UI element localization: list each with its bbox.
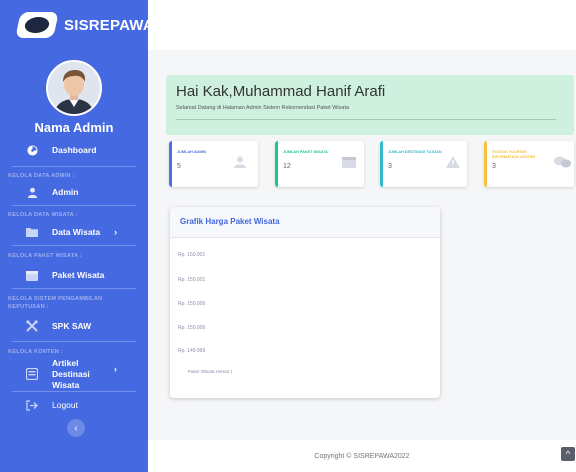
card-value: 5: [177, 163, 181, 170]
sidebar-toggle-button[interactable]: ‹: [67, 419, 85, 437]
nav-data-wisata[interactable]: Data Wisata ›: [0, 226, 148, 238]
calendar-icon: [26, 269, 38, 281]
nav-artikel[interactable]: Artikel Destinasi Wisata ›: [0, 358, 148, 390]
welcome-banner: Hai Kak,Muhammad Hanif Arafi Selamat Dat…: [166, 75, 574, 135]
brand-name: SISREPAWA: [64, 16, 154, 34]
nav-logout[interactable]: Logout: [0, 399, 148, 411]
stat-card-paket: JUMLAH PAKET WISATA 12: [275, 141, 364, 187]
logout-icon: [26, 399, 38, 411]
y-tick-label: Rp. 150,001: [178, 252, 206, 258]
stat-card-destinasi: JUMLAH DESTINASI TUJUAN 3: [380, 141, 467, 187]
welcome-divider: [176, 119, 556, 120]
stat-card-admin: JUMLAH ADMIN 5: [169, 141, 258, 187]
chevron-right-icon: ›: [114, 363, 117, 374]
chevron-right-icon: ›: [114, 227, 118, 237]
nav-admin[interactable]: Admin: [0, 186, 148, 198]
section-label-konten: KELOLA KONTEN :: [8, 349, 64, 355]
calendar-icon: [342, 157, 356, 168]
user-icon: [234, 156, 246, 168]
welcome-title: Hai Kak,Muhammad Hanif Arafi: [176, 83, 386, 100]
nav-artikel-label: Artikel Destinasi Wisata: [52, 357, 90, 390]
footer: Copyright © SISREPAWA2022: [148, 440, 576, 472]
section-label-admin: KELOLA DATA ADMIN :: [8, 173, 75, 179]
chevron-up-icon: ^: [565, 449, 571, 459]
card-value: 3: [388, 163, 392, 170]
card-accent: [484, 141, 487, 187]
article-icon: [26, 368, 38, 380]
brand-logo-icon: [15, 12, 59, 38]
nav-admin-label: Admin: [52, 187, 79, 197]
sidebar: SISREPAWA Nama Admin Dashboard KELOLA DA…: [0, 0, 154, 472]
section-label-wisata: KELOLA DATA WISATA :: [8, 212, 78, 218]
chart-legend[interactable]: Paket Wisata Hemat 1: [188, 369, 233, 374]
brand[interactable]: SISREPAWA: [15, 10, 154, 40]
copyright-text: Copyright © SISREPAWA2022: [314, 453, 410, 460]
welcome-subtitle: Selamat Datang di Halaman Admin Sistem R…: [176, 105, 350, 111]
card-label: JUMLAH ADMIN: [177, 150, 207, 154]
divider: [12, 288, 136, 289]
y-tick-label: Rp. 150,000: [178, 301, 206, 307]
chart-panel: Grafik Harga Paket Wisata Rp. 150,001 Rp…: [170, 207, 440, 398]
divider: [12, 166, 136, 167]
divider: [12, 391, 136, 392]
nav-dashboard[interactable]: Dashboard: [0, 144, 148, 156]
nav-paket-wisata-label: Paket Wisata: [52, 270, 105, 280]
nav-paket-wisata[interactable]: Paket Wisata: [0, 269, 148, 281]
nav-dashboard-label: Dashboard: [52, 145, 97, 155]
card-accent: [275, 141, 278, 187]
y-tick-label: Rp. 150,000: [178, 325, 206, 331]
dashboard-icon: [26, 144, 38, 156]
nav-logout-label: Logout: [52, 400, 78, 410]
folder-icon: [26, 226, 38, 238]
admin-name: Nama Admin: [34, 120, 114, 135]
user-icon: [26, 186, 38, 198]
card-value: 12: [283, 163, 291, 170]
divider: [12, 245, 136, 246]
scroll-to-top-button[interactable]: ^: [561, 447, 575, 461]
nav-data-wisata-label: Data Wisata: [52, 227, 101, 237]
chart-panel-header: Grafik Harga Paket Wisata: [170, 207, 440, 238]
card-value: 3: [492, 163, 496, 170]
avatar-photo-icon: [48, 62, 100, 114]
card-accent: [169, 141, 172, 187]
nav-spk-saw[interactable]: SPK SAW: [0, 320, 148, 332]
chart-title: Grafik Harga Paket Wisata: [180, 217, 280, 226]
card-label: JUMLAH DESTINASI TUJUAN: [388, 150, 442, 154]
tools-icon: [26, 320, 38, 332]
divider: [12, 205, 136, 206]
y-tick-label: Rp. 149,999: [178, 348, 206, 354]
divider: [12, 341, 136, 342]
section-label-paket: KELOLA PAKET WISATA :: [8, 253, 83, 259]
nav-spk-saw-label: SPK SAW: [52, 321, 92, 331]
topbar: [148, 0, 576, 50]
avatar: [46, 60, 102, 116]
warning-icon: [446, 156, 460, 168]
chevron-left-icon: ‹: [74, 422, 78, 434]
chat-icon: [554, 156, 571, 168]
y-tick-label: Rp. 150,001: [178, 277, 206, 283]
stat-card-kontak: KONTAK TOURISM INFORMATION CENTER 3: [484, 141, 574, 187]
card-accent: [380, 141, 383, 187]
section-label-spk: KELOLA SISTEM PENGAMBILAN KEPUTUSAN :: [8, 296, 103, 310]
card-label: KONTAK TOURISM INFORMATION CENTER: [492, 150, 536, 159]
card-label: JUMLAH PAKET WISATA: [283, 150, 328, 154]
